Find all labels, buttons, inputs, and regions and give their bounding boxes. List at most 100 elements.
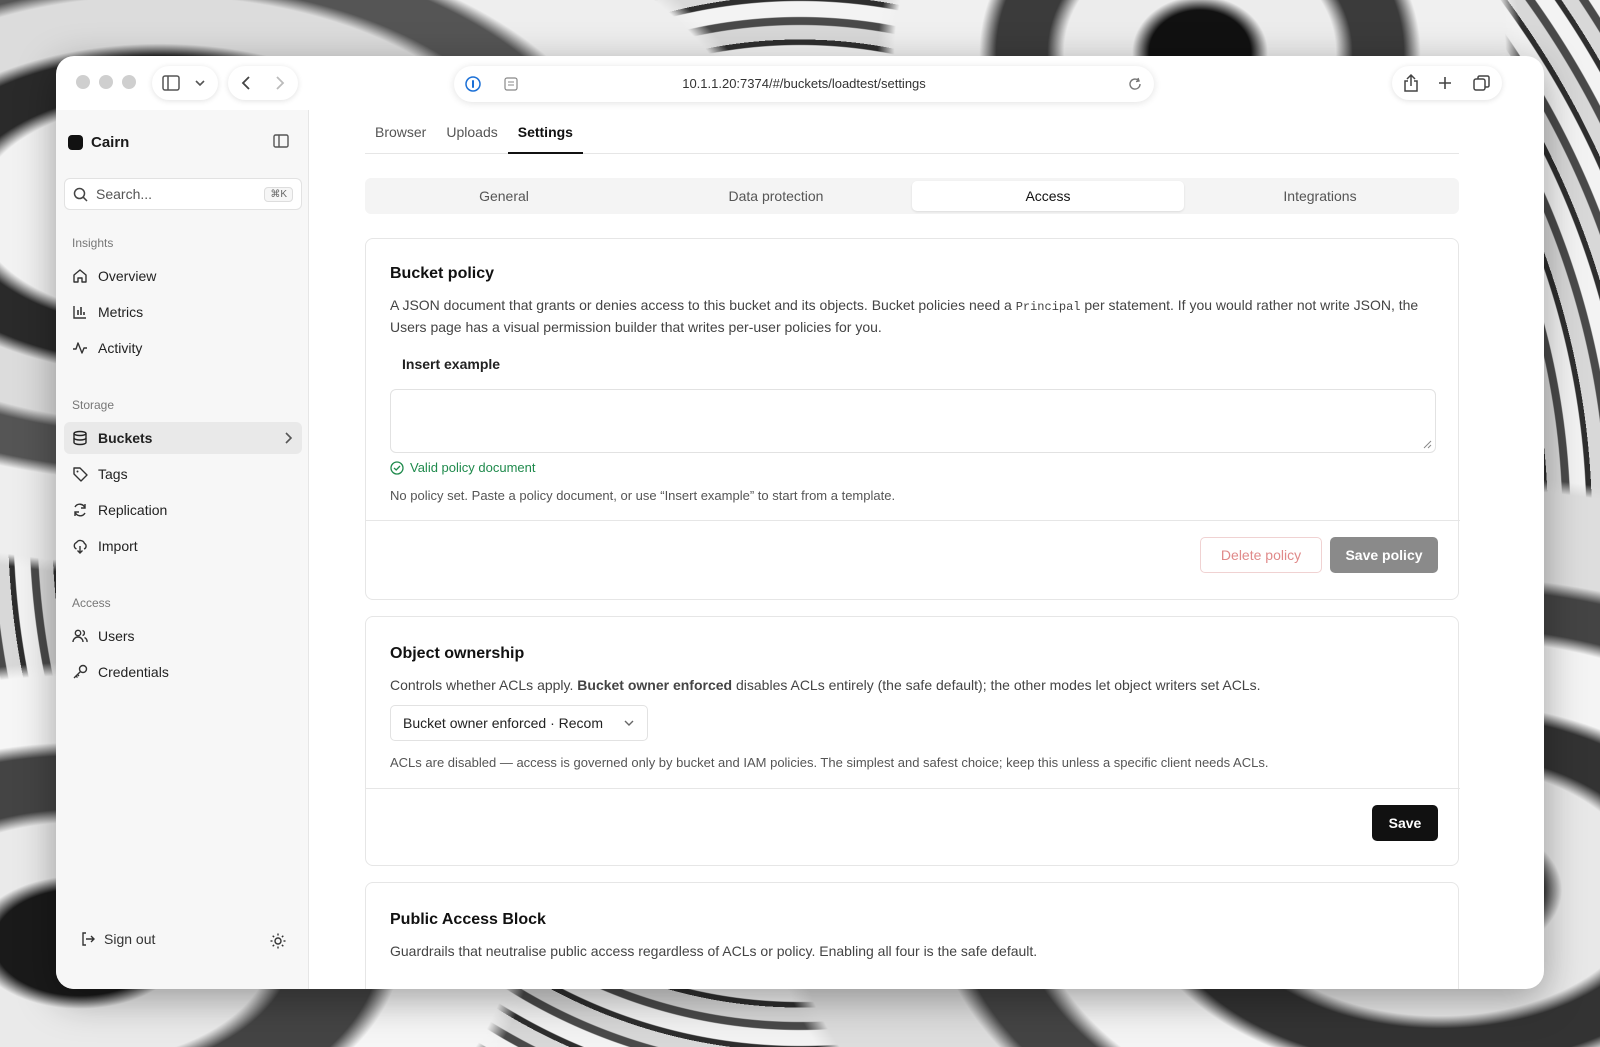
public-access-block-description: Guardrails that neutralise public access… [390,943,1038,959]
settings-segmented-control: General Data protection Access Integrati… [365,178,1459,214]
brand[interactable]: Cairn [68,134,129,151]
card-divider [366,788,1460,789]
nav-group-label: Insights [72,236,114,250]
policy-validation-status: Valid policy document [390,460,536,475]
sidebar-item-label: Users [98,628,135,644]
bucket-policy-card: Bucket policy A JSON document that grant… [365,238,1460,600]
close-window-button[interactable] [76,75,90,89]
url-text[interactable]: 10.1.1.20:7374/#/buckets/loadtest/settin… [454,76,1154,91]
segment-data-protection[interactable]: Data protection [640,181,912,211]
object-ownership-title: Object ownership [390,645,525,662]
ownership-selected-value: Bucket owner enforced · Recom [403,715,603,731]
search-placeholder: Search... [96,186,153,202]
main-content: Browser Uploads Settings General Data pr… [309,110,1544,989]
policy-hint: No policy set. Paste a policy document, … [390,488,896,503]
sidebar-item-overview[interactable]: Overview [64,260,302,292]
segment-general[interactable]: General [368,181,640,211]
refresh-icon [74,503,86,517]
sidebar-item-replication[interactable]: Replication [64,494,302,526]
theme-toggle-icon[interactable] [270,933,286,949]
activity-icon [73,342,87,354]
browser-toolbar: 10.1.1.20:7374/#/buckets/loadtest/settin… [56,56,1544,110]
save-policy-button[interactable]: Save policy [1330,537,1438,573]
home-icon [73,269,87,283]
sidebar-item-label: Import [98,538,138,554]
sidebar-item-metrics[interactable]: Metrics [64,296,302,328]
sign-out-label: Sign out [104,931,156,947]
insert-example-button[interactable]: Insert example [390,356,512,372]
back-icon[interactable] [239,75,253,91]
window-controls [76,75,136,89]
minimize-window-button[interactable] [99,75,113,89]
sidebar-toggle-group[interactable] [152,66,218,100]
sidebar-item-credentials[interactable]: Credentials [64,656,302,688]
tab-browser[interactable]: Browser [365,110,436,154]
nav-group-label: Storage [72,398,115,412]
database-icon [73,430,87,446]
tab-uploads[interactable]: Uploads [436,110,507,154]
share-icon[interactable] [1403,73,1419,93]
sidebar-item-label: Overview [98,268,157,284]
chevron-right-icon [285,432,293,444]
bar-chart-icon [73,306,86,319]
users-icon [72,629,88,643]
ownership-desc-bold: Bucket owner enforced [577,677,733,693]
object-ownership-description: Controls whether ACLs apply. Bucket owne… [390,675,1434,695]
segment-integrations[interactable]: Integrations [1184,181,1456,211]
bucket-policy-description: A JSON document that grants or denies ac… [390,295,1434,337]
check-circle-icon [390,460,404,475]
search-icon [73,187,88,202]
chevron-down-icon[interactable] [194,78,206,88]
bucket-policy-desc-part1: A JSON document that grants or denies ac… [390,297,1012,313]
address-bar[interactable]: 10.1.1.20:7374/#/buckets/loadtest/settin… [454,66,1154,102]
cloud-download-icon [73,539,87,554]
nav-history-group [228,66,298,100]
delete-policy-button[interactable]: Delete policy [1200,537,1322,573]
sidebar-item-tags[interactable]: Tags [64,458,302,490]
sign-out-button[interactable]: Sign out [80,931,155,947]
ownership-hint: ACLs are disabled — access is governed o… [390,755,1269,770]
window-actions-group [1392,66,1502,100]
tag-icon [73,467,88,482]
brand-name: Cairn [91,134,130,151]
save-ownership-button[interactable]: Save [1372,805,1438,841]
ownership-desc-part1: Controls whether ACLs apply. [390,677,574,693]
sidebar-item-users[interactable]: Users [64,620,302,652]
sign-out-icon [82,932,95,946]
object-ownership-card: Object ownership Controls whether ACLs a… [365,616,1460,866]
policy-json-textarea[interactable] [390,389,1436,453]
bucket-policy-title: Bucket policy [390,265,495,282]
policy-validation-text: Valid policy document [410,460,536,475]
segment-access[interactable]: Access [912,181,1184,211]
reload-icon[interactable] [1128,77,1142,91]
zoom-window-button[interactable] [122,75,136,89]
sidebar-item-import[interactable]: Import [64,530,302,562]
sidebar-item-activity[interactable]: Activity [64,332,302,364]
sidebar-toggle-icon[interactable] [162,75,180,91]
sidebar-item-label: Replication [98,502,168,518]
tab-settings[interactable]: Settings [507,110,583,154]
sidebar: Cairn Search... ⌘K Insights Overview Met… [56,110,309,989]
collapse-sidebar-icon[interactable] [272,132,290,150]
bucket-tabs: Browser Uploads Settings [365,110,1459,154]
key-icon [73,664,88,679]
new-tab-icon[interactable] [1438,76,1452,90]
sidebar-item-label: Buckets [98,430,153,446]
search-shortcut-badge: ⌘K [264,186,293,202]
public-access-block-title: Public Access Block [390,911,546,928]
ownership-select[interactable]: Bucket owner enforced · Recom [390,705,648,741]
search-input[interactable]: Search... ⌘K [64,178,302,210]
principal-code: Principal [1015,300,1081,314]
card-divider [366,520,1460,521]
forward-icon[interactable] [273,75,287,91]
sidebar-item-buckets[interactable]: Buckets [64,422,302,454]
sidebar-item-label: Metrics [98,304,144,320]
tab-overview-icon[interactable] [1473,75,1490,92]
brand-logo-icon [68,135,83,150]
chevron-down-icon [624,720,634,726]
nav-group-label: Access [72,596,111,610]
public-access-block-card: Public Access Block Guardrails that neut… [365,882,1459,989]
sidebar-item-label: Activity [98,340,143,356]
ownership-desc-part2: disables ACLs entirely (the safe default… [736,677,1261,693]
resize-handle-icon[interactable] [1422,439,1432,449]
